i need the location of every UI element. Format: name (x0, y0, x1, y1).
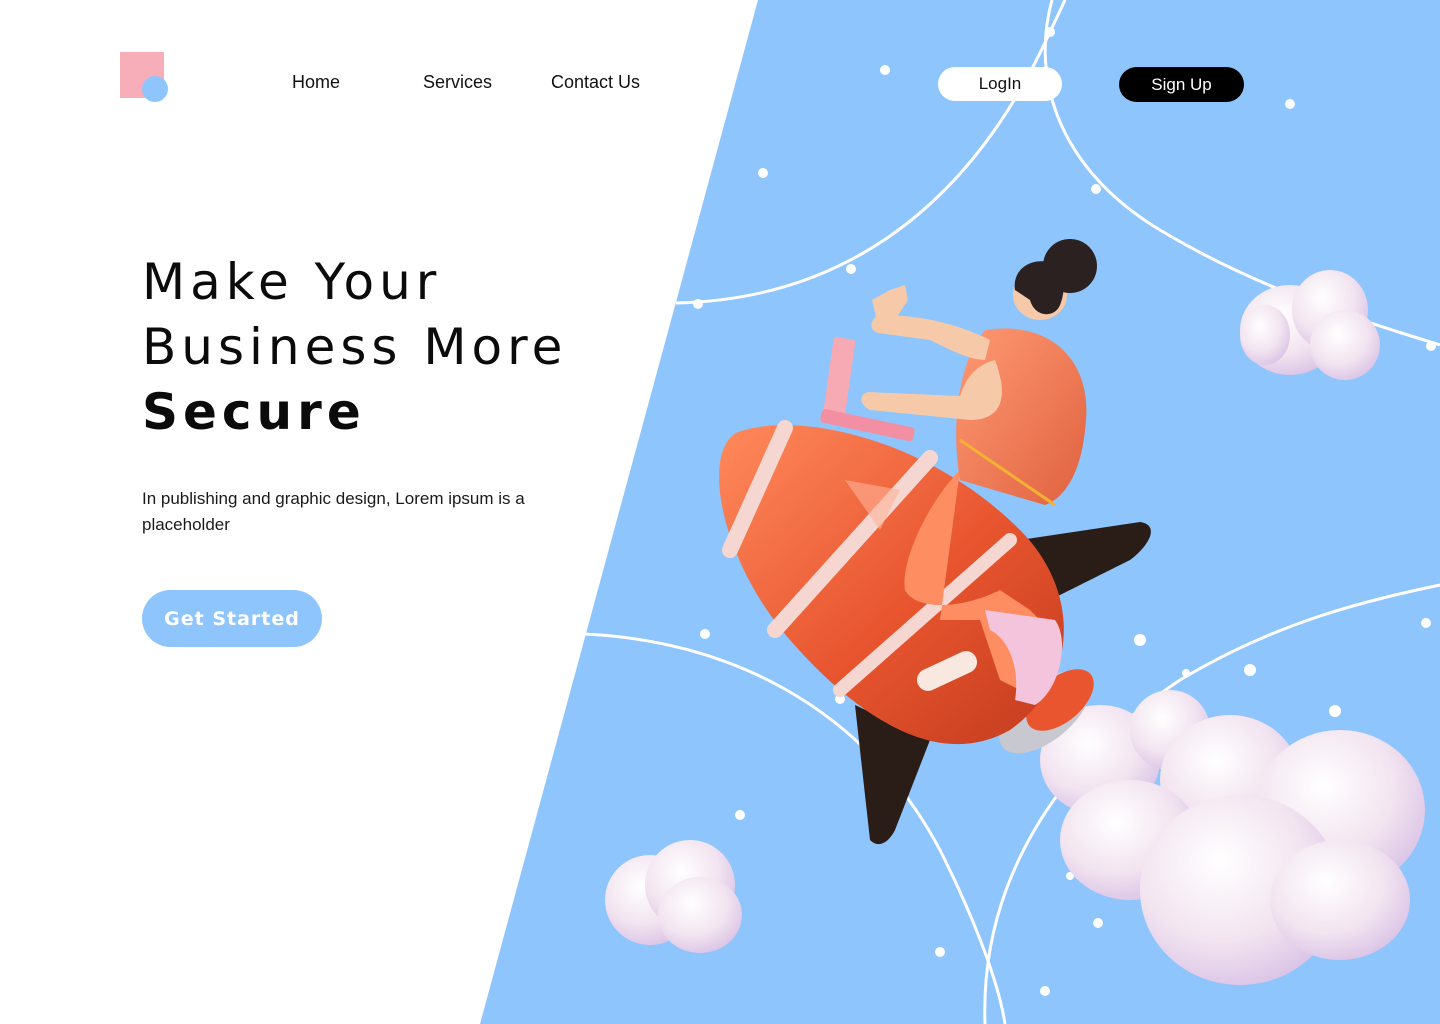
headline-line-3: Secure (142, 383, 366, 441)
landing-page: Home Services Contact Us LogIn Sign Up M… (0, 0, 1440, 1024)
get-started-button[interactable]: Get Started (142, 590, 322, 647)
nav-link-home[interactable]: Home (292, 72, 340, 93)
nav-link-contact-us[interactable]: Contact Us (551, 72, 640, 93)
logo-circle-shape (142, 76, 168, 102)
login-button[interactable]: LogIn (938, 67, 1062, 101)
nav-link-services[interactable]: Services (423, 72, 492, 93)
signup-button[interactable]: Sign Up (1119, 67, 1244, 102)
hero-description: In publishing and graphic design, Lorem … (142, 489, 525, 534)
logo-mark-icon[interactable] (120, 52, 172, 104)
headline-line-1: Make Your (142, 253, 442, 311)
headline-line-2: Business More (142, 318, 568, 376)
hero-headline: Make Your Business More Secure (142, 250, 567, 445)
